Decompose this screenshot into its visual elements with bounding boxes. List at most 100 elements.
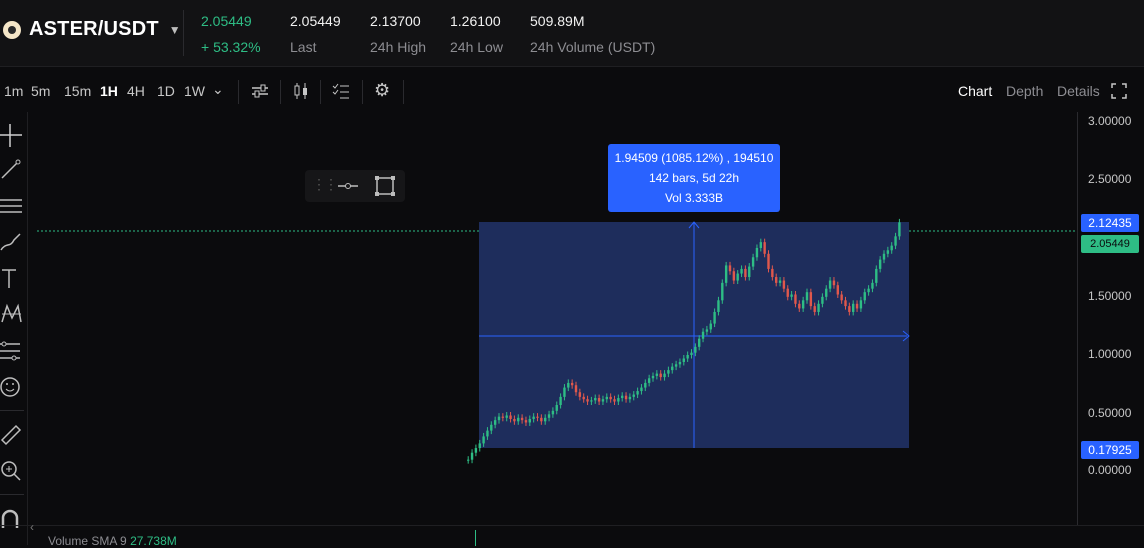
candle <box>663 373 666 378</box>
candle <box>755 247 759 258</box>
candle <box>898 222 901 237</box>
pair-name: ASTER/USDT <box>29 18 159 40</box>
trendline-icon[interactable] <box>0 158 24 182</box>
measure-lines-icon[interactable] <box>0 340 24 364</box>
volume-bar <box>475 530 476 546</box>
candle <box>894 236 897 246</box>
chevron-down-icon[interactable]: ▼ <box>169 23 181 37</box>
candle <box>825 288 828 297</box>
rectangle-tool-icon[interactable] <box>374 175 396 197</box>
indicators-icon[interactable] <box>332 82 350 100</box>
candle <box>605 396 608 400</box>
candle <box>705 329 709 332</box>
candle <box>740 268 743 274</box>
measure-volume: Vol 3.333B <box>664 191 724 205</box>
candle <box>775 277 778 283</box>
axis-label: 1.50000 <box>1088 289 1132 303</box>
candle <box>736 273 739 281</box>
candle <box>767 253 770 269</box>
candle <box>613 399 616 402</box>
pair-selector[interactable]: ASTER/USDT ▼ <box>0 18 181 41</box>
candle <box>848 306 851 312</box>
stat-24h-high: 2.13700 24h High <box>370 13 426 55</box>
timeframe-1w[interactable]: 1W <box>184 83 205 99</box>
candle <box>732 271 736 281</box>
crosshair-icon[interactable] <box>0 123 24 147</box>
gear-icon[interactable]: ⚙ <box>374 80 390 101</box>
candle <box>878 259 882 269</box>
candle <box>844 300 847 307</box>
drag-handle-icon[interactable]: ⋮⋮ <box>312 176 338 193</box>
stat-value: 2.13700 <box>370 13 421 29</box>
divider <box>362 80 363 104</box>
text-icon[interactable] <box>0 267 24 291</box>
ruler-icon[interactable] <box>0 422 24 446</box>
price-chart[interactable] <box>27 112 1077 525</box>
candle <box>513 418 516 422</box>
candle <box>805 292 809 301</box>
measure-tooltip: 1.94509 (1085.12%) , 194510 142 bars, 5d… <box>608 144 780 212</box>
candle <box>528 418 531 423</box>
timeframe-15m[interactable]: 15m <box>64 83 91 99</box>
emoji-icon[interactable] <box>0 375 24 399</box>
indicator-settings-icon[interactable] <box>250 82 270 100</box>
candle <box>490 424 493 431</box>
axis-label: 0.00000 <box>1088 463 1132 477</box>
line-tool-icon[interactable] <box>337 178 359 194</box>
price-axis[interactable]: 3.00000 2.50000 2.05449 2.12435 1.50000 … <box>1077 112 1144 525</box>
timeframe-1m[interactable]: 1m <box>4 83 23 99</box>
tab-chart[interactable]: Chart <box>958 83 992 99</box>
candle <box>474 448 478 453</box>
candle <box>794 294 797 304</box>
candle <box>817 303 820 312</box>
candle <box>536 416 539 418</box>
candle <box>748 266 751 278</box>
tab-details[interactable]: Details <box>1057 83 1100 99</box>
candle <box>801 300 805 309</box>
market-header: ASTER/USDT ▼ 2.05449 + 53.32% 2.05449 La… <box>0 0 1144 67</box>
divider <box>183 10 184 56</box>
measure-bars: 142 bars, 5d 22h <box>648 171 740 185</box>
candle <box>840 294 843 301</box>
candle <box>659 373 662 378</box>
candle <box>778 280 782 283</box>
stat-24h-volume: 509.89M 24h Volume (USDT) <box>530 13 655 55</box>
collapse-left-icon[interactable]: ‹ <box>30 520 34 534</box>
candlestick-type-icon[interactable] <box>292 82 310 100</box>
timeframe-5m[interactable]: 5m <box>31 83 50 99</box>
candle <box>501 416 505 418</box>
tab-depth[interactable]: Depth <box>1006 83 1043 99</box>
timeframe-1h[interactable]: 1H <box>100 83 118 99</box>
candle <box>621 395 624 399</box>
pattern-icon[interactable] <box>0 302 24 326</box>
candle <box>617 398 620 402</box>
axis-label: 1.00000 <box>1088 347 1132 361</box>
zoom-in-icon[interactable] <box>0 459 24 483</box>
candle <box>682 358 685 362</box>
horizontal-lines-icon[interactable] <box>0 195 24 219</box>
candle <box>636 391 639 395</box>
chevron-down-icon[interactable]: ⌄ <box>212 81 224 98</box>
candle <box>882 253 886 260</box>
candle <box>763 242 766 254</box>
fullscreen-icon[interactable] <box>1111 83 1127 99</box>
candle <box>855 303 859 309</box>
measure-high-badge: 2.12435 <box>1081 214 1139 232</box>
candle <box>782 280 786 289</box>
candle <box>497 416 501 421</box>
candle <box>586 399 589 402</box>
measure-change: 1.94509 (1085.12%) , 194510 <box>614 151 774 165</box>
candle <box>555 405 558 411</box>
candle <box>544 417 547 422</box>
divider <box>238 80 239 104</box>
timeframe-4h[interactable]: 4H <box>127 83 145 99</box>
volume-value: 27.738M <box>130 534 177 548</box>
candle <box>671 366 674 371</box>
price-block: 2.05449 + 53.32% <box>201 13 261 55</box>
candle <box>582 396 585 400</box>
candle <box>828 280 832 289</box>
brush-icon[interactable] <box>0 230 24 254</box>
drawing-floating-bar: ⋮⋮ <box>305 170 405 202</box>
timeframe-1d[interactable]: 1D <box>157 83 175 99</box>
candle <box>505 415 508 418</box>
